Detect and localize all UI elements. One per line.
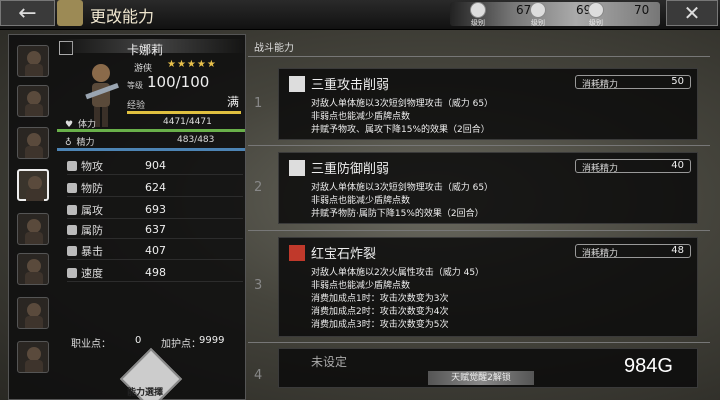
skill-desc-line: 消费加成点3时：攻击次数变为5次 [311,320,449,330]
mp-row: ♁ 精力 483/483 [65,135,243,149]
skill-desc-line: 对敌人单体施以3次短剑物理攻击（威力 65） [311,183,494,193]
slot-number-3: 3 [254,278,263,293]
row-divider [248,145,710,146]
stat-row-crit: 暴击 407 [67,242,243,260]
hp-value: 4471/4471 [163,117,212,127]
back-button[interactable]: ← [0,0,55,26]
stat-row-eatk: 属攻 693 [67,201,243,219]
top-bar: ← 更改能力 级别 67 级别 69 级别 70 ✕ [0,0,720,30]
resource-1-icon: 级别 [470,2,486,27]
skill-cost-badge: 消耗精力 48 [575,244,691,259]
bonus-points-value: 9999 [199,335,225,346]
party-slot-3[interactable] [17,127,49,159]
resource-2-icon: 级别 [530,2,546,27]
skill-card-1[interactable]: 三重攻击削弱 消耗精力 50 对敌人单体施以3次短剑物理攻击（威力 65） 非弱点… [278,68,698,140]
close-icon: ✕ [683,1,701,25]
skill-desc-line: 非弱点也能减少盾牌点数 [311,281,411,291]
skill-name: 红宝石炸裂 [311,247,377,262]
skill-name-unset: 未设定 [311,355,348,369]
party-slot-8[interactable] [17,341,49,373]
bonus-points-label: 加护点： [161,339,201,350]
resource-3: 级别 70 [588,2,650,27]
stat-icon [67,267,77,278]
party-list [9,35,57,400]
stat-icon [67,224,77,235]
stat-row-edef: 属防 637 [67,221,243,239]
skill-name: 三重防御削弱 [311,162,390,177]
row-divider [248,56,710,57]
stat-row-patk: 物攻 904 [67,157,243,175]
party-slot-1[interactable] [17,45,49,77]
ability-select-label: 能力選擇 [127,388,164,398]
watermark: 984G [624,355,673,377]
party-slot-2[interactable] [17,85,49,117]
slot-number-4: 4 [254,368,263,383]
slot-number-2: 2 [254,180,263,195]
character-panel: 卡娜莉 游侠 ★★★★★ 等级 100/100 经验 满 ♥ 体力 4471/4… [8,34,246,400]
skill-desc-line: 对敌人单体施以3次短剑物理攻击（威力 65） [311,99,494,109]
party-slot-7[interactable] [17,297,49,329]
resource-2: 级别 69 [530,2,591,27]
sword-icon [289,76,305,92]
skill-desc-line: 并赋予物防·属防下降15%的效果（2回合） [311,209,484,219]
skill-desc-line: 非弱点也能减少盾牌点数 [311,112,411,122]
stat-icon [67,160,77,171]
stat-icon [67,204,77,215]
skill-card-3[interactable]: 红宝石炸裂 消耗精力 48 对敌人单体施以2次火属性攻击（威力 45） 非弱点也能… [278,237,698,337]
row-divider [248,342,710,343]
mp-label: 精力 [76,138,95,148]
skill-cost-badge: 消耗精力 40 [575,159,691,174]
row-divider [248,230,710,231]
skill-desc-line: 消费加成点2时：攻击次数变为4次 [311,307,449,317]
exp-label: 经验 [127,101,146,111]
party-slot-5[interactable] [17,213,49,245]
stat-icon [67,245,77,256]
party-slot-4-selected[interactable] [17,169,49,201]
level-value: 100/100 [147,73,210,91]
job-points-label: 职业点： [71,339,111,350]
skill-desc-line: 对敌人单体施以2次火属性攻击（威力 45） [311,268,485,278]
page-title: 更改能力 [90,7,155,26]
skill-desc-line: 并赋予物攻、属攻下降15%的效果（2回合） [311,125,490,135]
level-label: 等级 [127,81,143,90]
slot-number-1: 1 [254,96,263,111]
stat-row-spd: 速度 498 [67,264,243,282]
fire-icon [289,245,305,261]
awaken-unlock-banner: 天赋觉醒2解锁 [428,371,534,385]
resource-3-value: 70 [634,3,650,17]
skill-desc-line: 消费加成点1时：攻击次数变为3次 [311,294,449,304]
resource-1: 级别 67 [470,2,532,27]
sword-icon [289,160,305,176]
stat-row-pdef: 物防 624 [67,179,243,197]
exp-bar [127,111,241,114]
mp-value: 483/483 [177,135,215,145]
party-slot-6[interactable] [17,253,49,285]
resource-1-value: 67 [516,3,532,17]
drop-icon: ♁ [65,138,72,148]
job-points-value: 0 [135,335,142,346]
exp-max-badge: 满 [227,95,240,109]
stat-icon [67,182,77,193]
back-arrow-icon: ← [18,0,37,26]
skill-cost-badge: 消耗精力 50 [575,75,691,90]
character-name: 卡娜莉 [127,43,164,57]
skill-name: 三重攻击削弱 [311,78,390,93]
skill-card-2[interactable]: 三重防御削弱 消耗精力 40 对敌人单体施以3次短剑物理攻击（威力 65） 非弱点… [278,152,698,224]
emblem-icon [57,0,83,26]
close-button[interactable]: ✕ [666,0,718,26]
mp-bar [57,148,245,151]
skill-desc-line: 非弱点也能减少盾牌点数 [311,196,411,206]
section-title: 战斗能力 [254,43,294,54]
hp-bar [57,129,245,132]
resource-3-icon: 级别 [588,2,604,27]
rarity-stars: ★★★★★ [167,59,217,70]
